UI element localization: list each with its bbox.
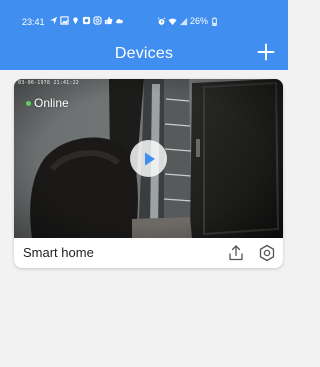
system-icons: 26% (157, 16, 219, 26)
thumb-icon (104, 16, 113, 25)
plus-icon (257, 43, 275, 61)
location-icon (73, 17, 78, 25)
navigation-icon (49, 16, 58, 25)
device-card-footer: Smart home (14, 238, 283, 268)
status-label: Online (34, 96, 69, 110)
camera-preview[interactable]: 03-06-1978 21:41:22 Online (14, 79, 283, 238)
status-time: 23:41 (22, 17, 45, 27)
online-status: Online (26, 96, 69, 110)
settings-icon (259, 244, 275, 262)
share-button[interactable] (226, 243, 246, 263)
instagram-icon (93, 16, 102, 25)
battery-icon (212, 16, 217, 26)
title-bar: Devices (0, 38, 288, 70)
battery-percentage: 26% (190, 16, 209, 26)
page-title: Devices (114, 45, 174, 62)
play-icon (144, 152, 155, 165)
image-icon (60, 16, 69, 25)
app-header: 23:41 26% Devices (0, 0, 288, 70)
app-icon (82, 16, 91, 25)
alarm-icon (157, 17, 166, 25)
status-dot (26, 100, 31, 106)
device-name: Smart home (23, 245, 94, 260)
cloud-icon (116, 18, 123, 24)
notification-icons (49, 16, 124, 25)
camera-timestamp: 03-06-1978 21:41:22 (18, 80, 79, 86)
add-device-button[interactable] (254, 40, 278, 64)
signal-icon (179, 17, 188, 25)
status-bar: 23:41 26% (0, 0, 288, 27)
settings-button[interactable] (257, 243, 277, 263)
wifi-icon (168, 18, 177, 25)
device-card[interactable]: 03-06-1978 21:41:22 Online Smart home (14, 79, 283, 268)
play-button[interactable] (130, 140, 167, 177)
share-icon (229, 245, 243, 261)
